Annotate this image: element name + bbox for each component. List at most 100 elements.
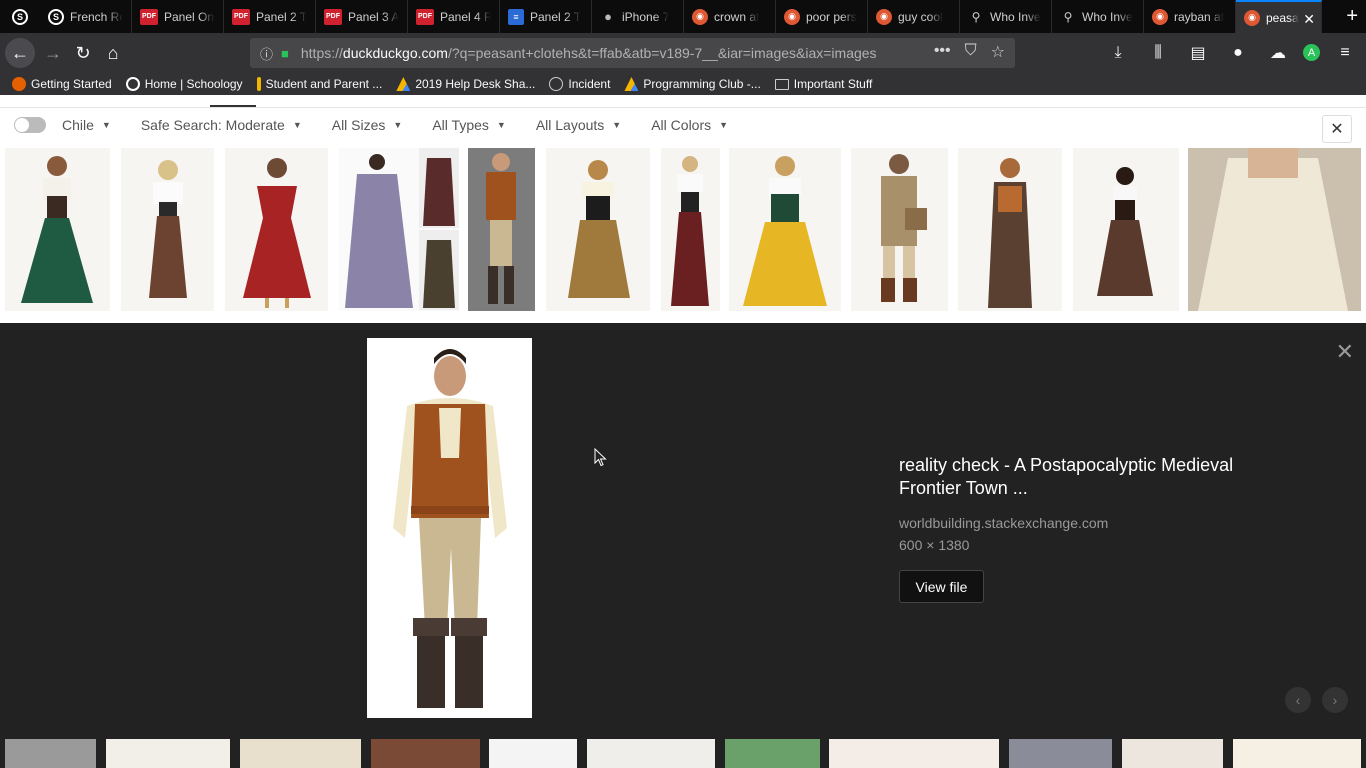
tab-10[interactable]: ⚲ Who Inve: [960, 0, 1052, 33]
bookmark-student-parent[interactable]: Student and Parent ...: [256, 77, 383, 91]
peasant-man-image: [486, 153, 516, 304]
tab-active[interactable]: ◉ peasa ✕: [1236, 0, 1322, 33]
bookmark-schoology[interactable]: Home | Schoology: [125, 77, 243, 91]
type-filter[interactable]: All Types ▼: [432, 117, 505, 133]
tab-6[interactable]: ● iPhone 7: [592, 0, 684, 33]
image-thumbnail[interactable]: [729, 148, 841, 311]
url-bar[interactable]: ⓘ ■ https://duckduckgo.com/?q=peasant+cl…: [250, 38, 1015, 68]
bookmark-help-desk[interactable]: 2019 Help Desk Sha...: [396, 77, 535, 91]
tab-title: guy cool: [898, 9, 943, 24]
dress-image: [671, 156, 709, 306]
image-thumbnail[interactable]: [958, 148, 1062, 311]
tab-9[interactable]: ◉ guy cool: [868, 0, 960, 33]
account-icon[interactable]: ●: [1223, 38, 1253, 68]
tab-3[interactable]: PDF Panel 3 A: [316, 0, 408, 33]
close-filters-button[interactable]: ✕: [1322, 115, 1352, 143]
tab-7[interactable]: ◉ crown at: [684, 0, 776, 33]
region-filter[interactable]: Chile ▼: [14, 117, 111, 133]
tab-12[interactable]: ◉ rayban at: [1144, 0, 1236, 33]
downloads-icon[interactable]: ⤓: [1103, 38, 1133, 68]
image-thumbnail[interactable]: [339, 148, 459, 311]
image-thumbnail[interactable]: [829, 739, 999, 768]
tab-5[interactable]: ≡ Panel 2 T: [500, 0, 592, 33]
image-thumbnail[interactable]: [1073, 148, 1179, 311]
pocket-icon[interactable]: ⛉: [965, 42, 977, 62]
extension-a-icon[interactable]: A: [1303, 44, 1320, 61]
bookmark-label: Home | Schoology: [144, 77, 243, 91]
tab-0[interactable]: S French Re: [40, 0, 132, 33]
lock-icon: ■: [281, 45, 289, 61]
page-actions-icon[interactable]: •••: [934, 42, 951, 62]
close-detail-icon[interactable]: ✕: [1336, 339, 1354, 365]
bookmark-star-icon[interactable]: ☆: [991, 42, 1005, 62]
image-thumbnail[interactable]: [1122, 739, 1223, 768]
image-thumbnail[interactable]: [240, 739, 361, 768]
image-thumbnail[interactable]: [587, 739, 715, 768]
chevron-right-icon: ›: [1332, 692, 1338, 708]
image-thumbnail[interactable]: [546, 148, 650, 311]
image-thumbnail[interactable]: [5, 148, 110, 311]
bookmark-incident[interactable]: Incident: [549, 77, 610, 91]
pdf-icon: PDF: [416, 8, 434, 25]
safe-search-filter[interactable]: Safe Search: Moderate ▼: [141, 117, 302, 133]
tab-11[interactable]: ⚲ Who Inve: [1052, 0, 1144, 33]
chevron-down-icon: ▼: [496, 120, 506, 130]
previous-image-button[interactable]: ‹: [1285, 687, 1311, 713]
apple-icon: ●: [604, 9, 612, 24]
image-thumbnail-selected[interactable]: [468, 148, 535, 311]
image-title[interactable]: reality check - A Postapocalyptic Mediev…: [899, 454, 1279, 500]
new-tab-button[interactable]: +: [1346, 5, 1358, 28]
image-thumbnail[interactable]: [851, 148, 948, 311]
image-thumbnail[interactable]: [725, 739, 820, 768]
image-thumbnail[interactable]: [489, 739, 577, 768]
tab-title: Panel One: [164, 9, 215, 24]
image-thumbnail[interactable]: [661, 148, 720, 311]
back-button[interactable]: ←: [5, 38, 35, 68]
sidebar-icon[interactable]: ▤: [1183, 38, 1213, 68]
extension-icon[interactable]: ☁: [1263, 38, 1293, 68]
dress-image: [243, 158, 311, 308]
url-text[interactable]: https://duckduckgo.com/?q=peasant+cloteh…: [301, 45, 891, 61]
image-thumbnail[interactable]: [121, 148, 214, 311]
library-icon[interactable]: ⫼: [1143, 38, 1173, 68]
bookmark-important-stuff[interactable]: Important Stuff: [774, 77, 872, 91]
bookmark-programming-club[interactable]: Programming Club -...: [624, 77, 761, 91]
image-thumbnail[interactable]: [5, 739, 96, 768]
info-icon[interactable]: ⓘ: [260, 44, 273, 63]
bookmark-getting-started[interactable]: Getting Started: [12, 77, 112, 91]
image-thumbnail[interactable]: [1009, 739, 1112, 768]
menu-icon[interactable]: ≡: [1330, 38, 1360, 68]
drive-icon: [396, 77, 411, 91]
tab-4[interactable]: PDF Panel 4 R: [408, 0, 500, 33]
color-filter[interactable]: All Colors ▼: [651, 117, 728, 133]
layout-filter[interactable]: All Layouts ▼: [536, 117, 621, 133]
image-thumbnail[interactable]: [106, 739, 230, 768]
dress-image: [345, 148, 459, 310]
selected-image[interactable]: [367, 338, 532, 718]
tab-2[interactable]: PDF Panel 2 T: [224, 0, 316, 33]
image-thumbnail[interactable]: [1233, 739, 1361, 768]
home-button[interactable]: ⌂: [98, 38, 128, 68]
image-thumbnail[interactable]: [1188, 148, 1361, 311]
type-label: All Types: [432, 117, 489, 133]
size-filter[interactable]: All Sizes ▼: [332, 117, 403, 133]
reload-button[interactable]: ↻: [68, 38, 98, 68]
image-source[interactable]: worldbuilding.stackexchange.com: [899, 515, 1108, 531]
image-thumbnail[interactable]: [225, 148, 328, 311]
tab-1[interactable]: PDF Panel One: [132, 0, 224, 33]
pdf-icon: PDF: [324, 8, 342, 25]
globe-icon: [549, 77, 564, 91]
region-toggle[interactable]: [14, 117, 46, 133]
tab-title: Panel 2 T: [530, 9, 582, 24]
next-image-button[interactable]: ›: [1322, 687, 1348, 713]
view-file-button[interactable]: View file: [899, 570, 984, 603]
image-thumbnail[interactable]: [371, 739, 480, 768]
mouse-cursor-icon: [594, 448, 607, 467]
forward-button[interactable]: →: [38, 38, 68, 68]
bookmark-label: Student and Parent ...: [265, 77, 383, 91]
tab-8[interactable]: ◉ poor pers: [776, 0, 868, 33]
dress-image: [21, 156, 93, 303]
schoology-pinned-tab[interactable]: S: [0, 0, 40, 33]
peasant-man-image: [367, 338, 532, 718]
close-tab-icon[interactable]: ✕: [1303, 11, 1315, 28]
